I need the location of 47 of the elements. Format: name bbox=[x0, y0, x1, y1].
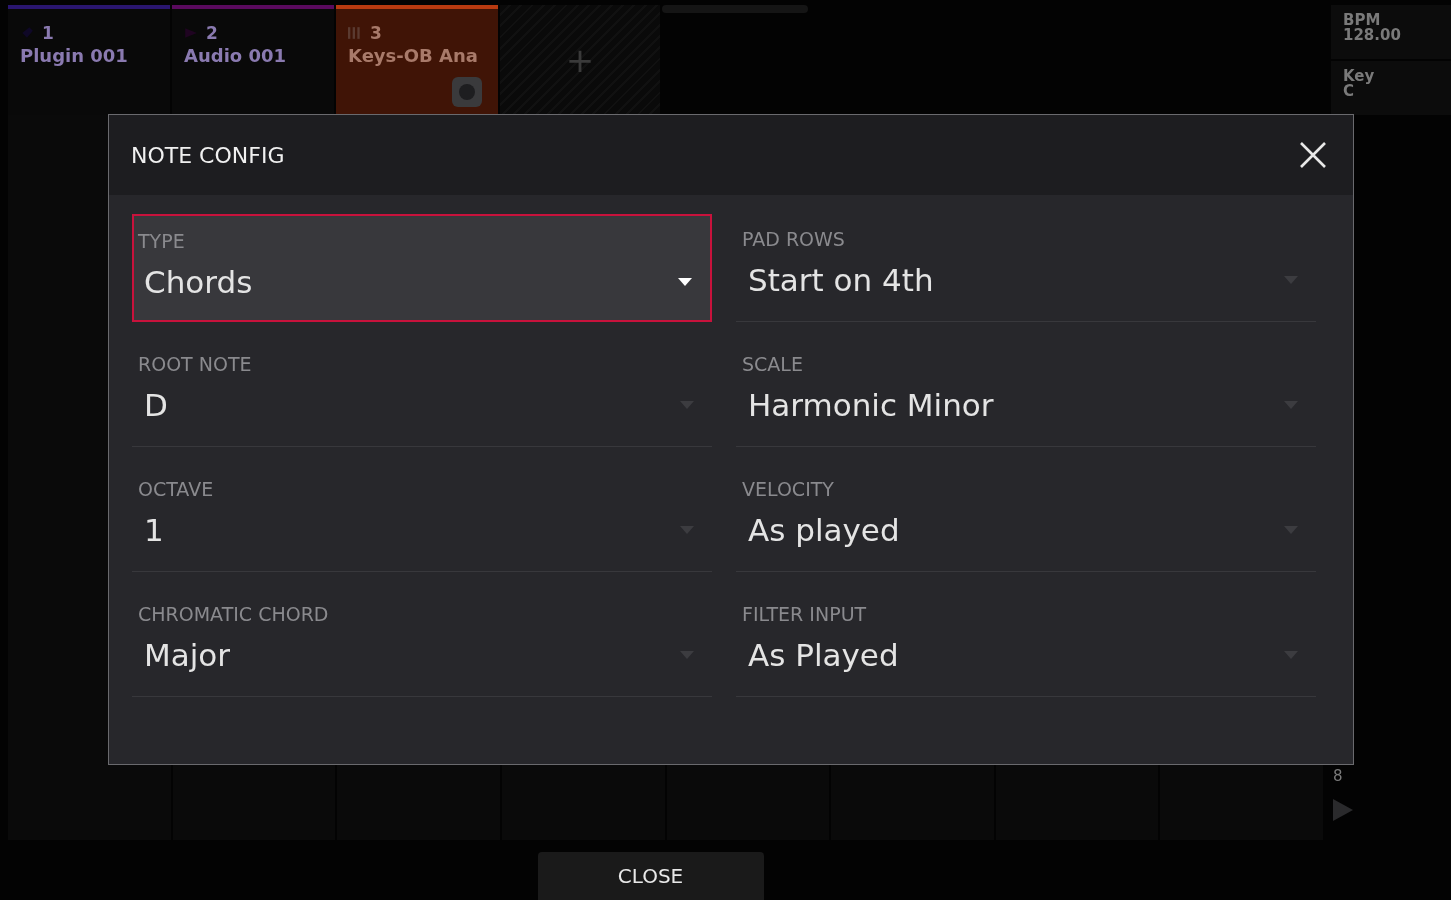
info-label: Key bbox=[1343, 69, 1376, 84]
field-value: Chords bbox=[144, 264, 253, 300]
field-value: Major bbox=[144, 637, 231, 673]
info-tile[interactable]: BPM 128.00 bbox=[1331, 5, 1451, 59]
track-tile[interactable]: 1 Plugin 001 bbox=[8, 5, 170, 115]
keyboard-icon bbox=[348, 26, 362, 40]
track-name: Plugin 001 bbox=[20, 45, 129, 66]
info-value: C bbox=[1343, 84, 1354, 99]
track-name: Audio 001 bbox=[184, 45, 287, 66]
dropdown-field[interactable]: VELOCITY As played bbox=[736, 464, 1316, 572]
close-icon[interactable] bbox=[1300, 142, 1326, 168]
track-tile[interactable]: 2 Audio 001 bbox=[172, 5, 334, 115]
track-number: 1 bbox=[42, 23, 54, 43]
field-label: TYPE bbox=[138, 230, 186, 252]
info-label: BPM bbox=[1343, 13, 1381, 28]
track-name: Keys-OB Ana bbox=[348, 45, 479, 66]
field-value: As Played bbox=[748, 637, 899, 673]
info-tile[interactable]: Key C bbox=[1331, 61, 1451, 115]
field-value: Harmonic Minor bbox=[748, 387, 994, 423]
track-number: 3 bbox=[370, 23, 382, 43]
field-label: PAD ROWS bbox=[742, 228, 846, 250]
side-number: 8 bbox=[1333, 767, 1343, 785]
field-value: D bbox=[144, 387, 168, 423]
caret-icon bbox=[678, 278, 692, 286]
field-label: SCALE bbox=[742, 353, 804, 375]
field-value: 1 bbox=[144, 512, 164, 548]
field-label: CHROMATIC CHORD bbox=[138, 603, 330, 625]
record-button[interactable] bbox=[452, 77, 482, 107]
track-tile[interactable]: 3 Keys-OB Ana bbox=[336, 5, 498, 115]
dialog-title: NOTE CONFIG bbox=[131, 142, 285, 168]
field-label: VELOCITY bbox=[742, 478, 835, 500]
track-number: 2 bbox=[206, 23, 218, 43]
field-label: ROOT NOTE bbox=[138, 353, 253, 375]
field-label: FILTER INPUT bbox=[742, 603, 868, 625]
field-value: As played bbox=[748, 512, 900, 548]
field-value: Start on 4th bbox=[748, 262, 934, 298]
dropdown-field[interactable]: TYPE Chords bbox=[132, 214, 712, 322]
close-button[interactable]: CLOSE bbox=[537, 852, 764, 900]
dropdown-field[interactable]: PAD ROWS Start on 4th bbox=[736, 214, 1316, 322]
dropdown-field[interactable]: OCTAVE 1 bbox=[132, 464, 712, 572]
dropdown-field[interactable]: ROOT NOTE D bbox=[132, 339, 712, 447]
dropdown-field[interactable]: SCALE Harmonic Minor bbox=[736, 339, 1316, 447]
play-icon[interactable] bbox=[1333, 799, 1353, 821]
info-value: 128.00 bbox=[1343, 28, 1402, 43]
dropdown-field[interactable]: CHROMATIC CHORD Major bbox=[132, 589, 712, 697]
field-label: OCTAVE bbox=[138, 478, 215, 500]
dropdown-field[interactable]: FILTER INPUT As Played bbox=[736, 589, 1316, 697]
